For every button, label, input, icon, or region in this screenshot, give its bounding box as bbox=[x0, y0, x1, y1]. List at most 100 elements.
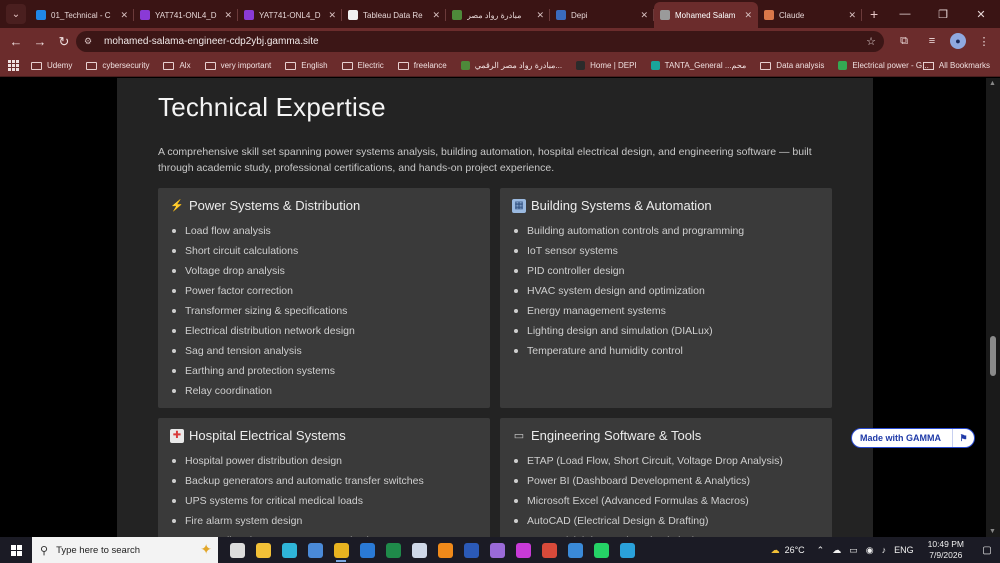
file-explorer-icon[interactable] bbox=[250, 537, 276, 563]
tab-search-button[interactable]: ⌄ bbox=[6, 4, 26, 24]
bullet bbox=[172, 499, 176, 503]
telegram-icon[interactable] bbox=[614, 537, 640, 563]
bullet bbox=[514, 459, 518, 463]
bookmark-item[interactable]: Alx bbox=[163, 61, 191, 70]
tab-bar: ⌄ 01_Technical - C ✕ YAT741-ONL4_D ✕ YAT741-… bbox=[0, 0, 1000, 28]
notification-center-icon[interactable]: ▢ bbox=[974, 537, 1000, 563]
intro-text: A comprehensive skill set spanning power… bbox=[158, 146, 812, 174]
skill-item: IoT sensor systems bbox=[514, 241, 744, 261]
bookmark-label: Home | DEPI bbox=[590, 61, 637, 70]
excel-icon[interactable] bbox=[380, 537, 406, 563]
task-view-icon[interactable] bbox=[224, 537, 250, 563]
flag-icon[interactable]: ⚑ bbox=[952, 429, 974, 447]
tab-close-icon[interactable]: ✕ bbox=[848, 10, 856, 21]
messenger-icon[interactable] bbox=[510, 537, 536, 563]
bookmark-item[interactable]: TANTA_General ...محم bbox=[650, 61, 746, 70]
skill-text: HVAC system design and optimization bbox=[527, 285, 705, 297]
skill-item: Fire alarm system design bbox=[172, 511, 424, 531]
bookmark-item[interactable]: very important bbox=[204, 61, 271, 70]
address-bar[interactable]: ⚙ mohamed-salama-engineer-cdp2ybj.gamma.… bbox=[76, 31, 884, 52]
bookmark-item[interactable]: Data analysis bbox=[760, 61, 824, 70]
tab-close-icon[interactable]: ✕ bbox=[328, 10, 336, 21]
edge-icon[interactable] bbox=[276, 537, 302, 563]
bullet bbox=[172, 329, 176, 333]
apps-grid-icon[interactable] bbox=[8, 60, 19, 71]
taskbar-search-box[interactable]: ⚲ Type here to search ✦ bbox=[32, 537, 218, 563]
minimize-button[interactable]: — bbox=[886, 0, 924, 28]
browser-tab[interactable]: Mohamed Salam ✕ bbox=[654, 2, 758, 28]
word-icon[interactable] bbox=[458, 537, 484, 563]
bullet bbox=[172, 309, 176, 313]
bookmark-item[interactable]: Home | DEPI bbox=[576, 61, 637, 70]
bookmark-item[interactable]: English bbox=[285, 61, 328, 70]
clock[interactable]: 10:49 PM 7/9/2026 bbox=[928, 539, 964, 561]
tab-close-icon[interactable]: ✕ bbox=[120, 10, 128, 21]
bookmark-item[interactable]: Electrical power - G... bbox=[838, 61, 929, 70]
skill-item: Temperature and humidity control bbox=[514, 341, 744, 361]
bookmark-item[interactable]: Udemy bbox=[31, 61, 72, 70]
tab-close-icon[interactable]: ✕ bbox=[744, 10, 752, 21]
site-info-icon[interactable]: ⚙ bbox=[84, 36, 98, 47]
close-window-button[interactable]: ✕ bbox=[962, 0, 1000, 28]
skill-item: AutoCAD (Electrical Design & Drafting) bbox=[514, 511, 783, 531]
profile-avatar[interactable]: ● bbox=[950, 33, 966, 49]
browser-tab[interactable]: YAT741-ONL4_D ✕ bbox=[238, 2, 342, 28]
forward-button[interactable]: → bbox=[28, 31, 52, 53]
weather-widget[interactable]: ☁ 26°C bbox=[771, 545, 805, 556]
snipping-icon[interactable] bbox=[536, 537, 562, 563]
reload-button[interactable]: ↻ bbox=[52, 31, 76, 53]
remote-desktop-icon[interactable] bbox=[562, 537, 588, 563]
menu-icon[interactable]: ⋮ bbox=[974, 31, 994, 51]
skill-item: Sag and tension analysis bbox=[172, 341, 355, 361]
tab-favicon-icon bbox=[452, 10, 462, 20]
restore-button[interactable]: ❐ bbox=[924, 0, 962, 28]
tab-favicon-icon bbox=[140, 10, 150, 20]
tab-title: Mohamed Salam bbox=[675, 10, 736, 20]
onedrive-icon[interactable]: ☁ bbox=[832, 545, 841, 556]
all-bookmarks-folder[interactable]: All Bookmarks bbox=[922, 61, 990, 70]
battery-icon[interactable]: ▭ bbox=[849, 545, 858, 556]
photos-icon[interactable] bbox=[302, 537, 328, 563]
back-button[interactable]: ← bbox=[4, 31, 28, 53]
whatsapp-icon[interactable] bbox=[588, 537, 614, 563]
show-hidden-icons[interactable]: ⌃ bbox=[817, 545, 825, 556]
bullet bbox=[172, 479, 176, 483]
made-with-gamma-badge[interactable]: Made with GAMMA ⚑ bbox=[851, 428, 975, 448]
tab-close-icon[interactable]: ✕ bbox=[224, 10, 232, 21]
skill-text: Earthing and protection systems bbox=[185, 365, 335, 377]
card-power-systems: ⚡ Power Systems & Distribution Load flow … bbox=[158, 188, 490, 408]
language-indicator[interactable]: ENG bbox=[894, 545, 914, 555]
scroll-up-arrow-icon[interactable]: ▲ bbox=[989, 80, 996, 87]
scrollbar-thumb[interactable] bbox=[990, 336, 996, 376]
page-scrollbar[interactable]: ▲ ▼ bbox=[986, 78, 1000, 537]
browser-tab[interactable]: 01_Technical - C ✕ bbox=[30, 2, 134, 28]
browser-tab[interactable]: Tableau Data Re ✕ bbox=[342, 2, 446, 28]
extensions-icon[interactable]: ⧉ bbox=[894, 31, 914, 51]
bookmark-star-icon[interactable]: ☆ bbox=[866, 35, 876, 48]
browser-tab[interactable]: Claude ✕ bbox=[758, 2, 862, 28]
scroll-down-arrow-icon[interactable]: ▼ bbox=[989, 528, 996, 535]
bookmark-favicon-icon bbox=[576, 61, 586, 70]
browser-tab[interactable]: YAT741-ONL4_D ✕ bbox=[134, 2, 238, 28]
mail-icon[interactable] bbox=[406, 537, 432, 563]
copilot-icon[interactable] bbox=[484, 537, 510, 563]
volume-icon[interactable]: ♪ bbox=[882, 545, 887, 555]
vlc-icon[interactable] bbox=[432, 537, 458, 563]
tab-close-icon[interactable]: ✕ bbox=[536, 10, 544, 21]
tab-close-icon[interactable]: ✕ bbox=[432, 10, 440, 21]
bookmark-item[interactable]: cybersecurity bbox=[86, 61, 149, 70]
bookmark-item[interactable]: Electric bbox=[341, 61, 384, 70]
browser-tab[interactable]: Depi ✕ bbox=[550, 2, 654, 28]
start-button[interactable] bbox=[0, 537, 32, 563]
chrome-icon[interactable] bbox=[328, 537, 354, 563]
media-controls-icon[interactable]: ≡ bbox=[922, 31, 942, 51]
bookmark-item[interactable]: freelance bbox=[397, 61, 447, 70]
outlook-icon[interactable] bbox=[354, 537, 380, 563]
network-icon[interactable]: ◉ bbox=[866, 545, 874, 556]
bookmark-item[interactable]: مبادرة رواد مصر الرقمي... bbox=[460, 61, 562, 70]
new-tab-button[interactable]: + bbox=[870, 6, 878, 22]
tab-close-icon[interactable]: ✕ bbox=[640, 10, 648, 21]
search-highlight-icon: ✦ bbox=[200, 541, 212, 557]
weather-icon: ☁ bbox=[770, 544, 780, 555]
browser-tab[interactable]: مبادرة رواد مصر ✕ bbox=[446, 2, 550, 28]
